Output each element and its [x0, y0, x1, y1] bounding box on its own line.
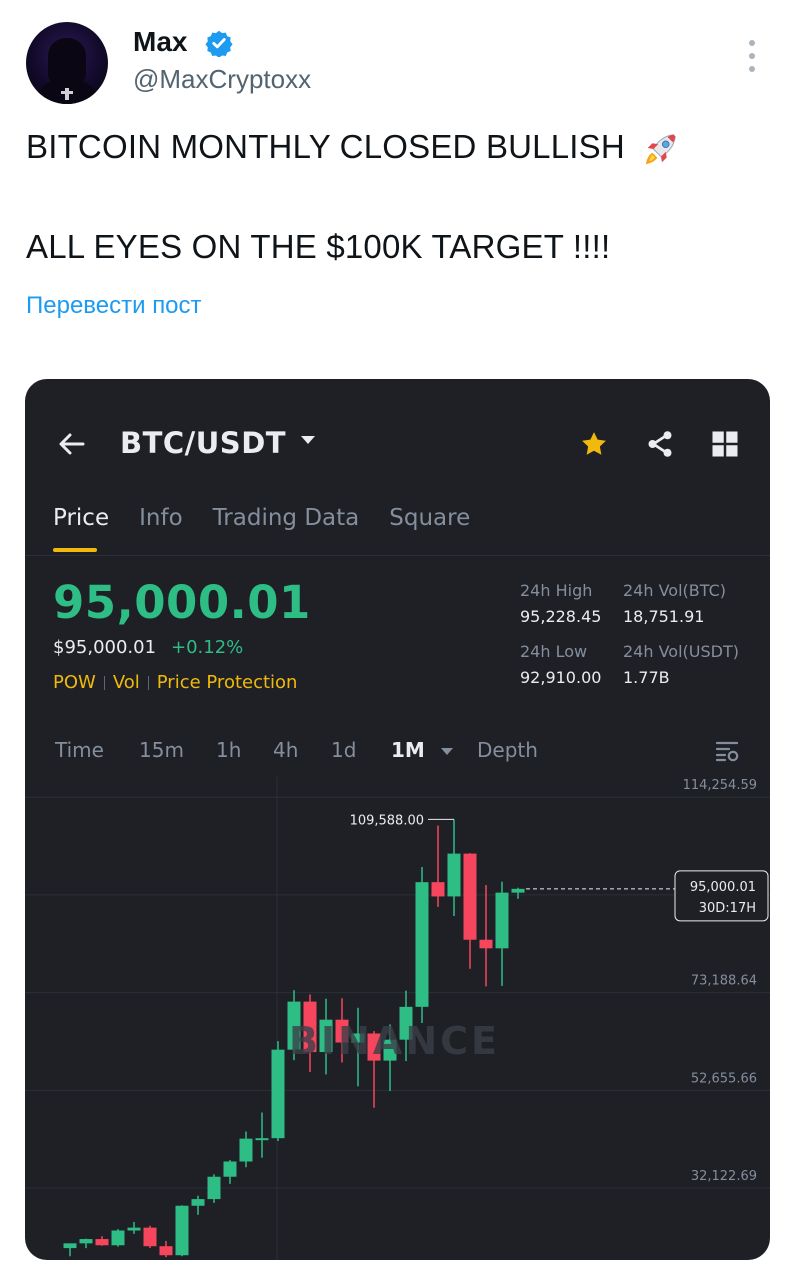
- tabs-divider: [25, 555, 770, 556]
- attached-image[interactable]: BTC/USDT Price Info Trading Data Square …: [25, 379, 770, 1260]
- badge-separator: [103, 675, 105, 690]
- price-change: +0.12%: [171, 637, 244, 658]
- tab-info: Info: [139, 505, 183, 531]
- candle-body: [111, 1230, 125, 1246]
- author-avatar[interactable]: [26, 22, 108, 104]
- y-axis-label: 114,254.59: [683, 778, 757, 793]
- badge-vol: Vol: [112, 672, 140, 693]
- candle-body: [95, 1239, 109, 1246]
- app-tabs: Price Info Trading Data Square: [53, 505, 500, 531]
- back-arrow-icon: [59, 433, 85, 455]
- asset-badges: POW Vol Price Protection: [53, 672, 297, 693]
- timeframe-1d: 1d: [331, 738, 357, 762]
- candle-body: [447, 853, 461, 897]
- y-axis-label: 73,188.64: [691, 974, 757, 989]
- candle-body: [463, 853, 477, 940]
- author-handle[interactable]: @MaxCryptoxx: [133, 64, 311, 95]
- grid-icon: [712, 431, 738, 457]
- timeframe-depth: Depth: [477, 738, 538, 762]
- active-tab-indicator: [53, 548, 97, 552]
- last-price: 95,000.01: [53, 576, 311, 629]
- stat-high-label: 24h High: [520, 581, 593, 600]
- y-axis-label: 52,655.66: [691, 1071, 757, 1086]
- candle-body: [255, 1138, 269, 1141]
- candlestick-chart: 114,254.59 73,188.64 52,655.66 32,122.69 109…: [25, 777, 770, 1260]
- candle-body: [415, 882, 429, 1007]
- stat-volbtc-label: 24h Vol(BTC): [623, 581, 726, 600]
- rocket-emoji: [646, 134, 677, 165]
- badge-separator: [147, 675, 149, 690]
- tab-trading-data: Trading Data: [212, 505, 360, 531]
- countdown-label: 30D:17H: [699, 901, 756, 916]
- tweet-text-line-1: BITCOIN MONTHLY CLOSED BULLISH: [26, 128, 680, 168]
- stat-volbtc-value: 18,751.91: [623, 607, 705, 626]
- candle-body: [207, 1176, 221, 1200]
- more-options-icon[interactable]: [742, 40, 762, 72]
- stat-volusdt-value: 1.77B: [623, 668, 670, 687]
- candle-body: [127, 1227, 141, 1231]
- last-price-label: 95,000.01: [690, 880, 756, 895]
- avatar-cross-pendant-bar: [61, 91, 73, 94]
- timeframe-bar: Time 15m 1h 4h 1d 1M Depth: [55, 738, 745, 768]
- share-icon: [648, 431, 672, 457]
- avatar-cross-pendant: [65, 88, 69, 100]
- timeframe-caret-icon: [441, 748, 453, 755]
- binance-watermark: BINANCE: [289, 1019, 500, 1063]
- candle-body: [223, 1161, 237, 1177]
- y-axis-label: 32,122.69: [691, 1169, 757, 1184]
- candle-body: [191, 1199, 205, 1206]
- timeframe-1h: 1h: [216, 738, 242, 762]
- timeframe-15m: 15m: [139, 738, 184, 762]
- timeframe-time: Time: [55, 738, 104, 762]
- tweet-line-1-text: BITCOIN MONTHLY CLOSED BULLISH: [26, 128, 625, 165]
- candle-body: [479, 939, 493, 949]
- badge-pow: POW: [53, 672, 96, 693]
- caret-down-icon: [301, 436, 315, 444]
- candle-body: [79, 1239, 93, 1244]
- chart-settings-icon: [715, 741, 739, 762]
- timeframe-4h: 4h: [273, 738, 299, 762]
- stat-low-value: 92,910.00: [520, 668, 602, 687]
- timeframe-1m: 1M: [391, 738, 425, 762]
- candle-body: [143, 1227, 157, 1247]
- trading-pair-title: BTC/USDT: [120, 426, 287, 460]
- candle-body: [175, 1205, 189, 1256]
- stat-high-value: 95,228.45: [520, 607, 602, 626]
- candle-body: [271, 1049, 285, 1139]
- max-annotation-label: 109,588.00: [350, 813, 424, 828]
- translate-post-link[interactable]: Перевести пост: [26, 292, 202, 320]
- verified-badge-icon: [205, 30, 233, 57]
- candle-body: [159, 1246, 173, 1256]
- tab-price: Price: [53, 505, 110, 531]
- badge-price-protection: Price Protection: [156, 672, 298, 693]
- tab-square: Square: [389, 505, 471, 531]
- candle-body: [431, 882, 445, 897]
- author-name[interactable]: Max: [133, 26, 187, 58]
- candle-body: [239, 1138, 253, 1162]
- stat-volusdt-label: 24h Vol(USDT): [623, 642, 739, 661]
- stat-low-label: 24h Low: [520, 642, 588, 661]
- candle-body: [63, 1243, 77, 1249]
- candle-body: [511, 888, 525, 893]
- tweet-text-line-2: ALL EYES ON THE $100K TARGET !!!!: [26, 228, 611, 265]
- candle-body: [495, 892, 509, 949]
- star-icon: [582, 432, 606, 455]
- price-usd: $95,000.01: [53, 637, 157, 658]
